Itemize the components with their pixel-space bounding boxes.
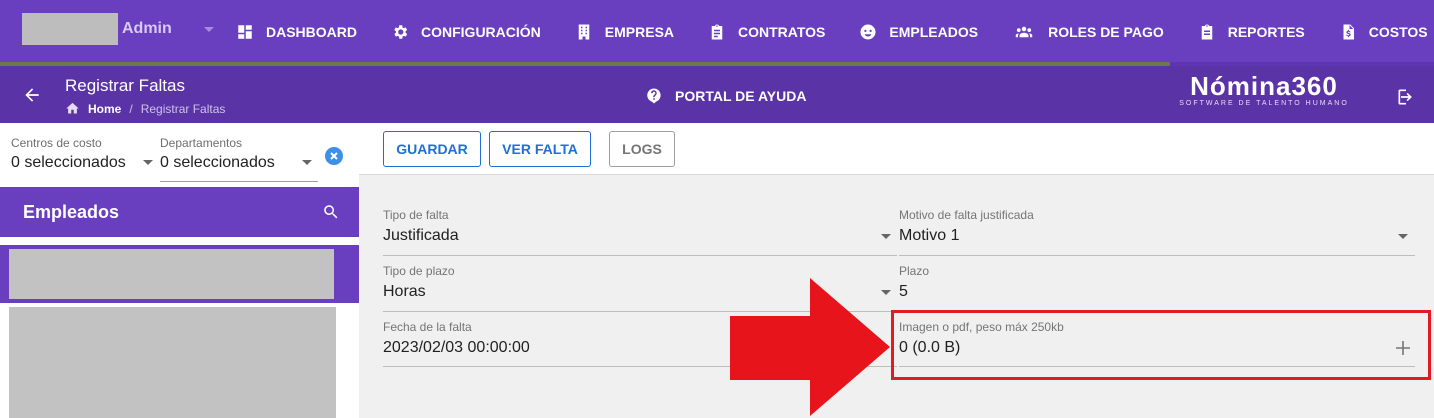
chevron-down-icon[interactable] (1398, 234, 1408, 239)
annotation-arrow-icon (730, 278, 890, 416)
clipboard-icon (711, 24, 723, 40)
dollar-file-icon (1343, 24, 1354, 40)
action-toolbar: GUARDAR VER FALTA LOGS (359, 123, 1434, 175)
employees-header: Empleados (0, 187, 359, 237)
nav-item-label: COSTOS (1368, 24, 1428, 40)
nav-item-roles-de-pago[interactable]: ROLES DE PAGO (1012, 0, 1164, 64)
home-icon (66, 102, 79, 114)
breadcrumb-current: Registrar Faltas (140, 101, 226, 116)
employee-search-button[interactable] (322, 203, 340, 221)
nav-item-empleados[interactable]: EMPLEADOS (859, 0, 978, 64)
help-portal-link[interactable]: PORTAL DE AYUDA (645, 87, 806, 105)
help-bubble-icon (647, 88, 661, 104)
avatar (22, 13, 118, 45)
chevron-down-icon[interactable] (881, 234, 891, 239)
brand-tagline: SOFTWARE DE TALENTO HUMANO (1179, 100, 1349, 107)
back-button[interactable] (22, 85, 42, 105)
clear-filters-icon[interactable] (325, 147, 343, 165)
nav-item-label: EMPLEADOS (889, 24, 979, 40)
nav-item-configuracion[interactable]: CONFIGURACIÓN (391, 0, 541, 64)
cost-center-filter[interactable]: Centros de costo 0 seleccionados (11, 136, 155, 172)
breadcrumb-home[interactable]: Home (88, 102, 121, 116)
reason-field[interactable]: Motivo de falta justificada Motivo 1 (899, 208, 1034, 245)
breadcrumb: Home / Registrar Faltas (65, 101, 225, 116)
dashboard-icon (238, 25, 252, 39)
close-icon (330, 152, 338, 160)
view-absence-button[interactable]: VER FALTA (489, 131, 591, 167)
people-icon (1015, 26, 1033, 38)
nav-item-label: REPORTES (1227, 24, 1305, 40)
cost-center-value: 0 seleccionados (11, 154, 126, 171)
main-nav: DASHBOARD CONFIGURACIÓN EMPRESA CONTRATO… (236, 0, 1434, 64)
absence-type-value: Justificada (383, 227, 459, 244)
save-button[interactable]: GUARDAR (383, 131, 481, 167)
chevron-down-icon[interactable] (143, 160, 153, 165)
report-icon (1201, 24, 1212, 40)
brand-logo: Nómina360 SOFTWARE DE TALENTO HUMANO (1173, 72, 1355, 107)
nav-item-empresa[interactable]: EMPRESA (575, 0, 674, 64)
department-filter[interactable]: Departamentos 0 seleccionados (160, 136, 310, 172)
absence-date-field[interactable]: Fecha de la falta 2023/02/03 00:00:00 (383, 320, 530, 357)
user-name: Admin (122, 20, 172, 37)
chevron-down-icon[interactable] (302, 160, 312, 165)
absence-type-field[interactable]: Tipo de falta Justificada (383, 208, 459, 245)
nav-item-dashboard[interactable]: DASHBOARD (236, 0, 357, 64)
user-menu[interactable]: Admin (22, 12, 220, 46)
breadcrumb-separator: / (129, 101, 133, 116)
reason-value: Motivo 1 (899, 227, 960, 244)
list-item[interactable] (9, 307, 336, 418)
absence-date-value: 2023/02/03 00:00:00 (383, 339, 530, 356)
page-header: Registrar Faltas Home / Registrar Faltas… (0, 66, 1434, 123)
field-underline (899, 255, 1415, 256)
nav-item-label: EMPRESA (604, 24, 675, 40)
term-value: 5 (899, 283, 908, 300)
arrow-left-icon (25, 88, 39, 102)
department-value: 0 seleccionados (160, 154, 275, 171)
nav-item-label: CONTRATOS (738, 24, 826, 40)
nav-item-costos[interactable]: COSTOS (1339, 0, 1428, 64)
term-field[interactable]: Plazo 5 (899, 264, 929, 301)
page-title: Registrar Faltas (65, 76, 185, 95)
help-portal-label: PORTAL DE AYUDA (675, 88, 807, 104)
nav-item-label: DASHBOARD (266, 24, 357, 40)
employee-sidebar: Centros de costo 0 seleccionados Departa… (0, 123, 359, 418)
building-icon (578, 24, 590, 40)
term-type-field[interactable]: Tipo de plazo Horas (383, 264, 455, 301)
top-nav-bar: Admin DASHBOARD CONFIGURACIÓN EMPRESA CO… (0, 0, 1434, 64)
department-label: Departamentos (160, 136, 243, 150)
nav-item-label: CONFIGURACIÓN (421, 24, 541, 40)
face-icon (860, 24, 876, 40)
highlight-box (891, 310, 1431, 380)
department-underline (160, 181, 318, 182)
logs-button[interactable]: LOGS (609, 131, 675, 167)
nav-item-label: ROLES DE PAGO (1048, 24, 1164, 40)
term-type-label: Tipo de plazo (383, 264, 455, 278)
gear-icon (394, 25, 408, 39)
list-item-selected[interactable] (0, 245, 359, 303)
brand-name: Nómina360 (1190, 71, 1338, 101)
absence-type-label: Tipo de falta (383, 208, 449, 222)
nav-item-contratos[interactable]: CONTRATOS (708, 0, 825, 64)
logout-icon (1398, 89, 1412, 105)
nav-item-reportes[interactable]: REPORTES (1198, 0, 1305, 64)
logout-button[interactable] (1396, 87, 1416, 107)
field-underline (383, 255, 897, 256)
cost-center-label: Centros de costo (11, 136, 102, 150)
term-type-value: Horas (383, 283, 426, 300)
redacted-employee (9, 249, 334, 299)
chevron-down-icon (204, 27, 214, 32)
search-icon (324, 205, 338, 219)
absence-date-label: Fecha de la falta (383, 320, 472, 334)
reason-label: Motivo de falta justificada (899, 208, 1034, 222)
employees-title: Empleados (23, 202, 120, 222)
term-label: Plazo (899, 264, 930, 278)
